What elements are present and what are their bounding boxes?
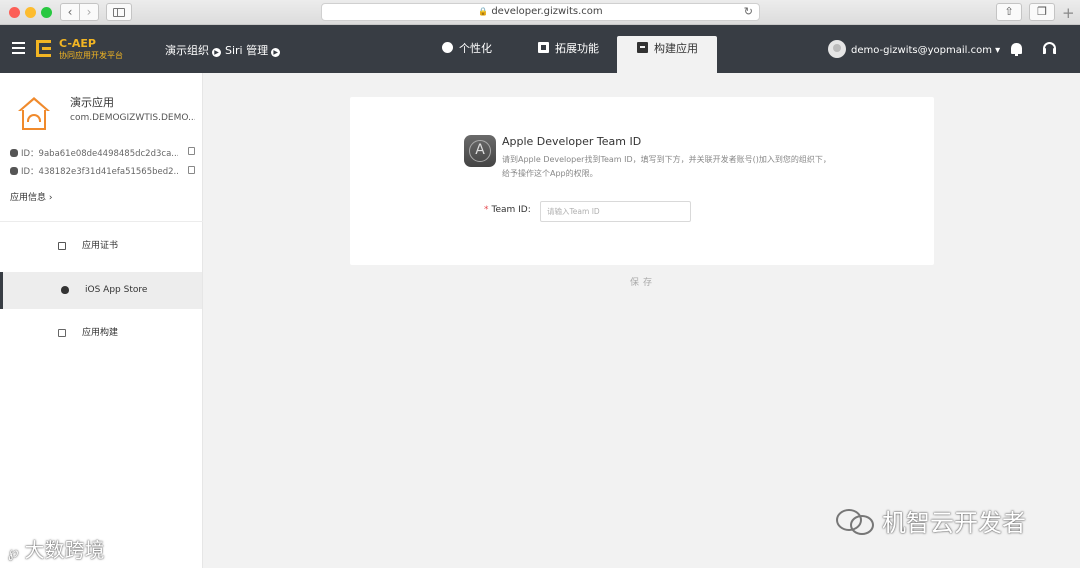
- app-store-icon: [464, 135, 496, 167]
- headset-icon[interactable]: [1043, 42, 1056, 54]
- tab-overview-button[interactable]: ❐: [1029, 3, 1055, 21]
- brand-name: C-AEP: [59, 37, 96, 50]
- forward-button[interactable]: ›: [79, 3, 99, 21]
- corner-watermark-text: 大数跨境: [24, 538, 105, 562]
- share-icon: ⇧: [1004, 5, 1014, 18]
- tab-extensions[interactable]: 拓展功能: [518, 36, 619, 73]
- watermark-logo-icon: ℘: [8, 543, 19, 561]
- bell-icon[interactable]: [1011, 43, 1022, 56]
- build-icon: [637, 42, 648, 53]
- breadcrumb-org[interactable]: 演示组织: [165, 44, 209, 57]
- back-button[interactable]: ‹: [60, 3, 80, 21]
- logo-icon: [36, 40, 51, 57]
- android-id-row: ID：438182e3f31d41efa51565bed2...: [10, 165, 178, 177]
- card-title: Apple Developer Team ID: [502, 135, 642, 148]
- tab-personalize[interactable]: 个性化: [422, 36, 512, 73]
- apple-icon: [10, 149, 18, 157]
- close-window-button[interactable]: [9, 7, 20, 18]
- wechat-account: 机智云开发者: [882, 509, 1026, 537]
- chevron-right-icon: ▶: [212, 48, 221, 57]
- sidebar-item-ios-app-store[interactable]: iOS App Store: [0, 272, 202, 309]
- app-icon: [16, 97, 52, 131]
- tab-label: 个性化: [459, 42, 492, 55]
- copy-icon[interactable]: [188, 147, 195, 155]
- breadcrumb: 演示组织 ▶ Siri 管理 ▶: [165, 42, 284, 58]
- minimize-window-button[interactable]: [25, 7, 36, 18]
- sidebar-item-label: 应用证书: [82, 241, 119, 251]
- address-bar[interactable]: 🔒 developer.gizwits.com ↻: [321, 3, 760, 21]
- tab-build-app[interactable]: 构建应用: [617, 36, 717, 73]
- apple-icon: [61, 286, 69, 294]
- sidebar-toggle-button[interactable]: [106, 3, 132, 21]
- app-info-label: 应用信息: [10, 193, 47, 203]
- chevron-right-icon: ▶: [271, 48, 281, 57]
- url-text: developer.gizwits.com: [491, 6, 603, 17]
- sidebar-item-certificate[interactable]: 应用证书: [0, 228, 202, 265]
- android-id: ID：438182e3f31d41efa51565bed2...: [21, 167, 178, 177]
- team-id-label: * Team ID:: [484, 205, 531, 215]
- palette-icon: [442, 42, 453, 53]
- card-description: 请到Apple Developer找到Team ID，填写到下方，并关联开发者账…: [502, 155, 831, 178]
- tabs-icon: ❐: [1037, 5, 1047, 18]
- divider: [0, 221, 203, 222]
- menu-icon[interactable]: [12, 42, 25, 54]
- chevron-left-icon: ‹: [67, 5, 73, 19]
- sidebar-icon: [113, 8, 125, 17]
- caret-down-icon: ▾: [995, 45, 1001, 56]
- wechat-icon: [836, 507, 876, 535]
- wechat-watermark: 机智云开发者: [836, 503, 1026, 538]
- copy-icon[interactable]: [188, 166, 195, 174]
- user-email: demo-gizwits@yopmail.com: [851, 45, 992, 56]
- lock-icon: 🔒: [478, 7, 489, 16]
- extension-icon: [538, 42, 549, 53]
- team-id-card: Apple Developer Team ID 请到Apple Develope…: [350, 97, 934, 265]
- brand: C-AEP 协同应用开发平台: [59, 38, 123, 61]
- app-name: 演示应用: [70, 96, 114, 109]
- app-info-link[interactable]: 应用信息 ›: [10, 190, 53, 203]
- zoom-window-button[interactable]: [41, 7, 52, 18]
- browser-toolbar: ‹ › 🔒 developer.gizwits.com ↻ ⇧ ❐ +: [0, 0, 1080, 25]
- certificate-icon: [58, 242, 66, 250]
- save-button[interactable]: 保存: [620, 274, 666, 292]
- team-id-input[interactable]: [540, 201, 691, 222]
- app-header: C-AEP 协同应用开发平台 演示组织 ▶ Siri 管理 ▶ 个性化 拓展功能 构建…: [0, 25, 1080, 73]
- ios-id: ID：9aba61e08de4498485dc2d3ca...: [21, 149, 178, 159]
- tab-label: 构建应用: [654, 42, 698, 55]
- layers-icon: [58, 329, 66, 337]
- ios-id-row: ID：9aba61e08de4498485dc2d3ca...: [10, 147, 178, 159]
- sidebar: 演示应用 com.DEMOGIZWTIS.DEMO... ID：9aba61e0…: [0, 73, 203, 568]
- reload-icon[interactable]: ↻: [744, 4, 753, 20]
- sidebar-item-label: iOS App Store: [85, 285, 148, 295]
- required-mark: *: [484, 205, 489, 215]
- chevron-right-icon: ›: [86, 5, 92, 19]
- breadcrumb-app[interactable]: Siri 管理: [225, 44, 268, 57]
- user-menu[interactable]: demo-gizwits@yopmail.com ▾: [828, 40, 1000, 60]
- new-tab-button[interactable]: +: [1062, 4, 1075, 22]
- avatar: [828, 40, 846, 58]
- sidebar-item-build[interactable]: 应用构建: [0, 315, 202, 352]
- team-id-label-text: Team ID:: [491, 205, 531, 215]
- bundle-id: com.DEMOGIZWTIS.DEMO...: [70, 113, 195, 123]
- sidebar-item-label: 应用构建: [82, 328, 119, 338]
- share-button[interactable]: ⇧: [996, 3, 1022, 21]
- tab-label: 拓展功能: [555, 42, 599, 55]
- chevron-right-icon: ›: [48, 193, 53, 203]
- android-icon: [10, 167, 18, 175]
- corner-watermark: ℘ 大数跨境: [8, 534, 104, 563]
- brand-subtitle: 协同应用开发平台: [59, 51, 123, 60]
